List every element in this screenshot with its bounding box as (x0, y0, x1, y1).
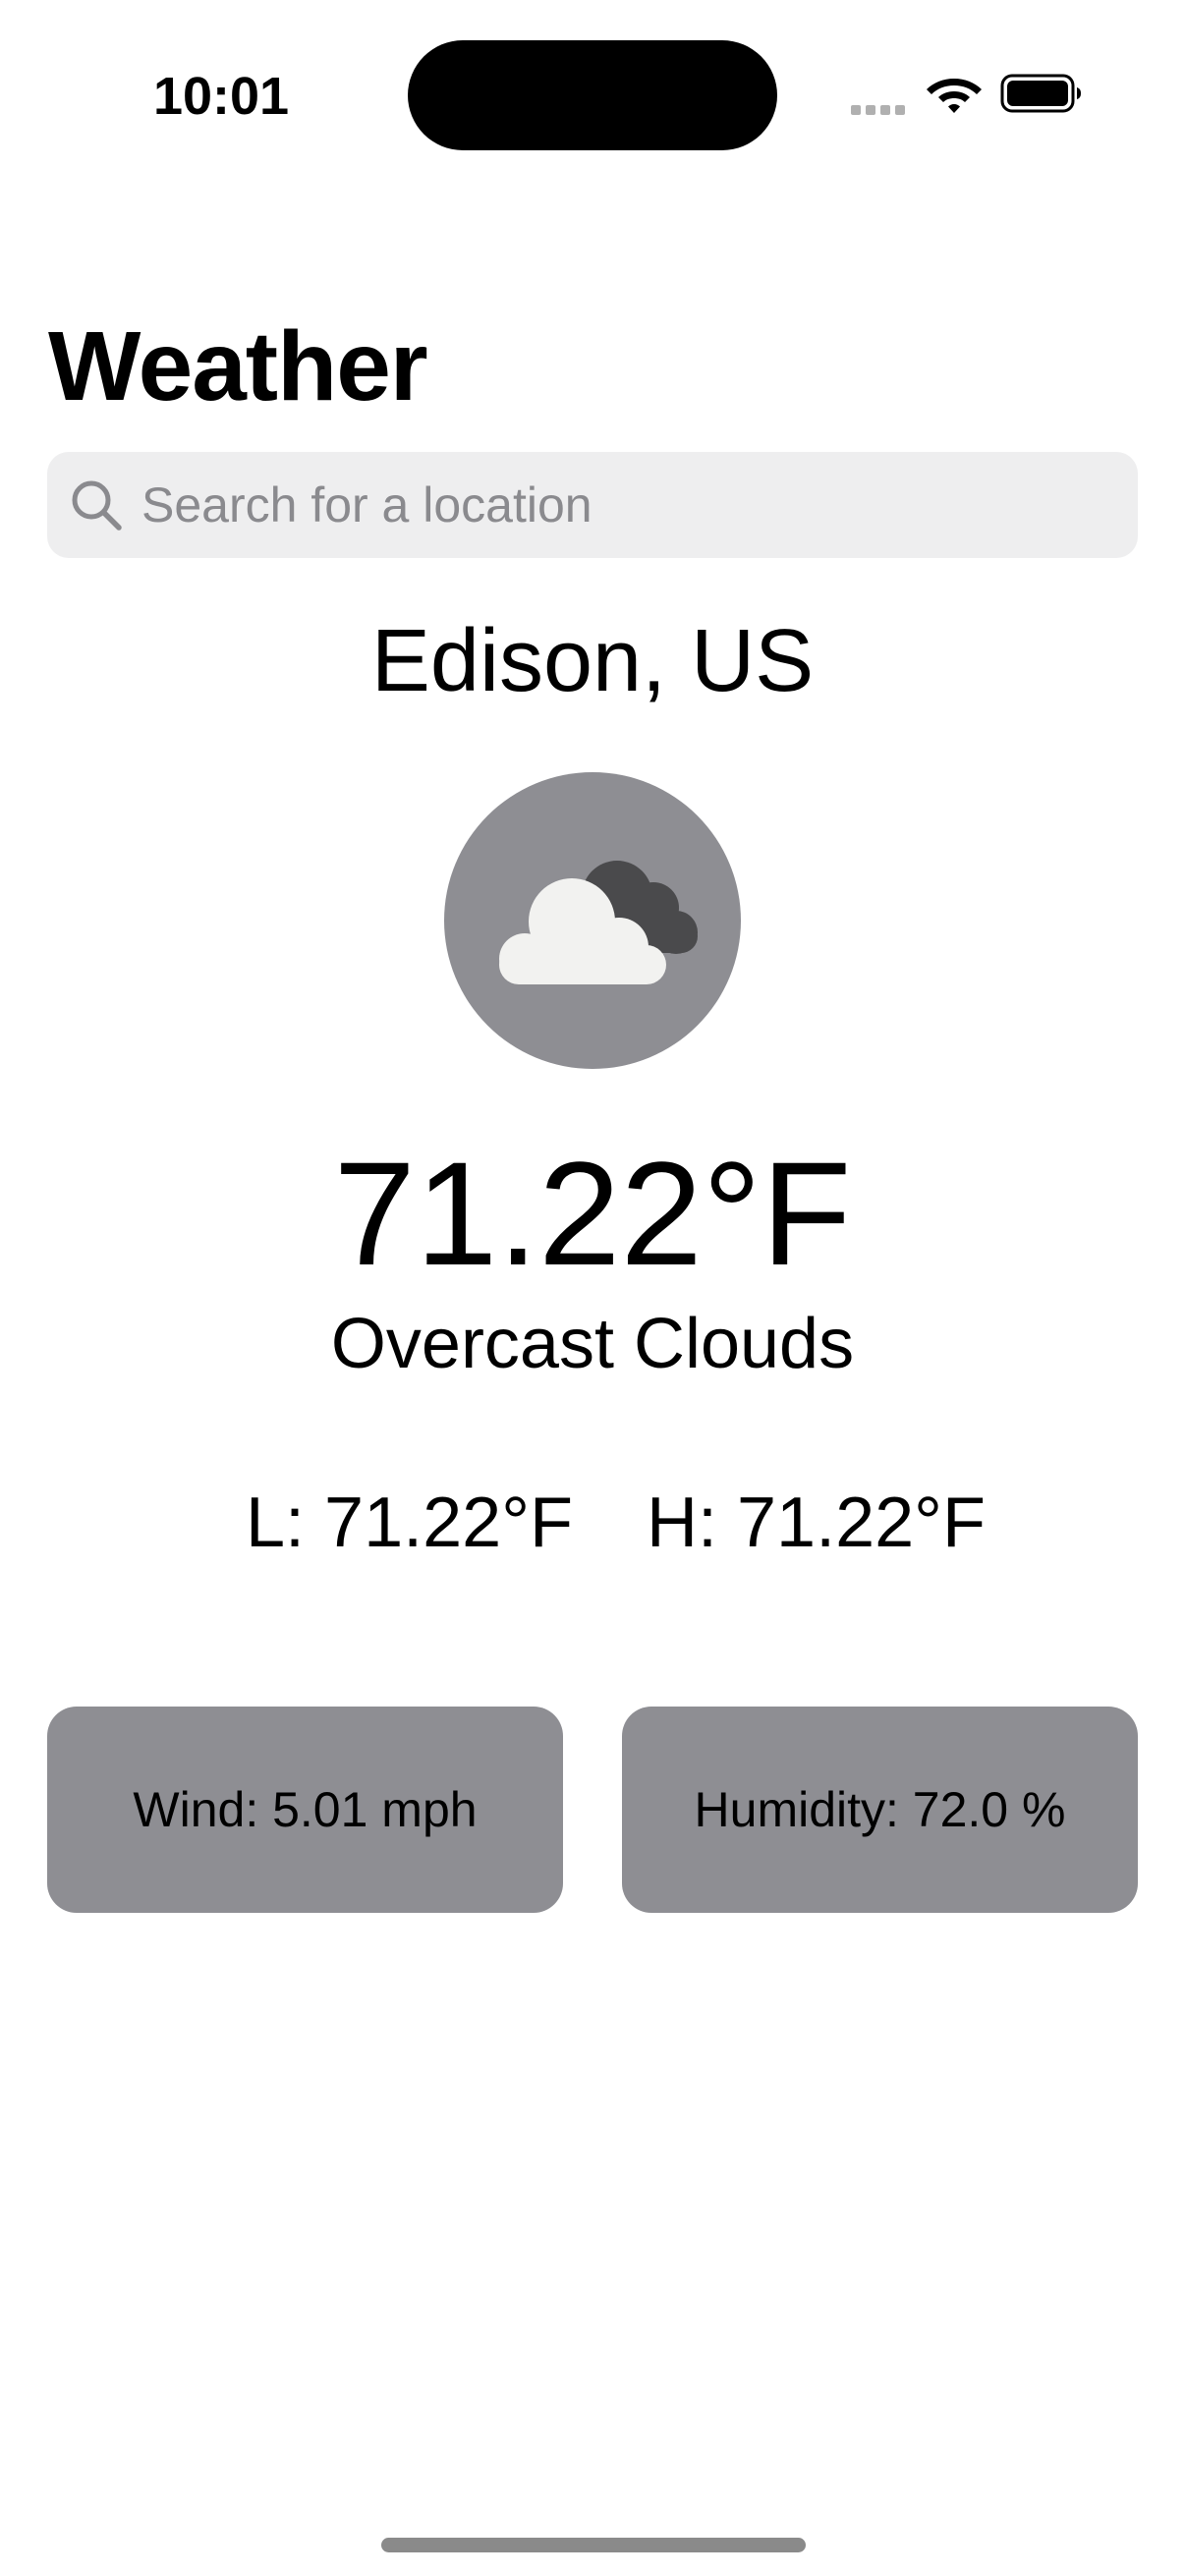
search-icon (69, 477, 124, 532)
location-name: Edison, US (370, 612, 815, 710)
cellular-signal-icon (851, 102, 910, 115)
page-title: Weather (48, 311, 428, 421)
wind-label: Wind: 5.01 mph (133, 1782, 478, 1837)
humidity-card: Humidity: 72.0 % (622, 1707, 1138, 1913)
status-bar-time: 10:01 (152, 67, 290, 126)
wind-card: Wind: 5.01 mph (47, 1707, 563, 1913)
overcast-clouds-icon (444, 772, 741, 1069)
humidity-label: Humidity: 72.0 % (694, 1782, 1066, 1837)
home-indicator[interactable] (381, 2538, 806, 2552)
search-bar[interactable] (47, 452, 1138, 558)
high-temperature: H: 71.22°F (647, 1484, 986, 1562)
search-input[interactable] (141, 452, 1104, 558)
current-temperature: 71.22°F (333, 1131, 852, 1296)
low-temperature: L: 71.22°F (246, 1484, 573, 1562)
battery-icon (1000, 73, 1083, 114)
weather-condition: Overcast Clouds (330, 1305, 855, 1383)
dynamic-island (408, 40, 777, 150)
wifi-icon (926, 71, 983, 116)
